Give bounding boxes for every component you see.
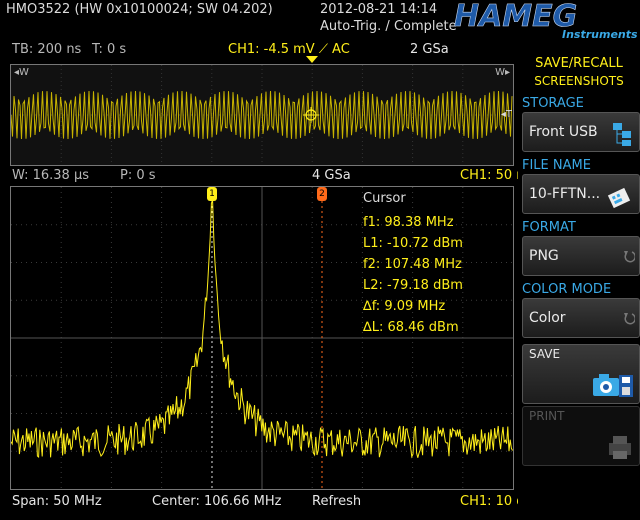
- storage-value: Front USB: [529, 124, 598, 140]
- trigger-time: T: 0 s: [92, 42, 127, 57]
- print-label: PRINT: [529, 409, 565, 423]
- save-button[interactable]: SAVE: [522, 344, 640, 404]
- format-button[interactable]: PNG: [522, 236, 640, 276]
- timebase: TB: 200 ns: [12, 42, 82, 57]
- cursor-delta-l: ∆L: 68.46 dBm: [363, 320, 459, 335]
- menu-title-2: SCREENSHOTS: [534, 74, 624, 88]
- format-value: PNG: [529, 248, 559, 264]
- device-info: HMO3522 (HW 0x10100024; SW 04.202): [6, 2, 273, 17]
- cycle-arrow-icon: [624, 313, 635, 325]
- cursor-l1: L1: -10.72 dBm: [363, 236, 463, 251]
- cursor-delta-f: ∆f: 9.09 MHz: [363, 299, 446, 314]
- printer-icon: [609, 436, 631, 459]
- trigger-status: Auto-Trig. / Complete: [320, 19, 457, 34]
- cursor-f2: f2: 107.48 MHz: [363, 257, 462, 272]
- trigger-position-icon: [306, 56, 318, 63]
- brand-text: HAMEG: [454, 0, 577, 34]
- colormode-label: COLOR MODE: [522, 282, 612, 297]
- cursor-f1: f1: 98.38 MHz: [363, 215, 454, 230]
- format-label: FORMAT: [522, 220, 576, 235]
- refresh-mode: Refresh: [312, 494, 362, 509]
- softkey-menu: SAVE/RECALL SCREENSHOTS STORAGE Front US…: [518, 48, 640, 520]
- zoom-info-bar: W: 16.38 µs P: 0 s 4 GSa CH1: 50 m: [0, 166, 518, 186]
- print-button[interactable]: PRINT: [522, 406, 640, 466]
- cycle-arrow-icon: [624, 251, 635, 263]
- colormode-button[interactable]: Color: [522, 298, 640, 338]
- overview-window: ◂W W▸ ◂T: [10, 64, 514, 166]
- colormode-value: Color: [529, 310, 566, 326]
- channel-setting[interactable]: CH1: -4.5 mV ⟋ AC: [228, 42, 350, 57]
- overview-waveform: [10, 65, 513, 165]
- zoom-position: P: 0 s: [120, 168, 156, 183]
- trigger-level-marker: ◂T: [500, 109, 512, 120]
- hameg-logo: HAMEG Instruments: [452, 0, 638, 41]
- brand-sub-text: Instruments: [562, 28, 637, 40]
- spectrum-plot: Cursor f1: 98.38 MHz L1: -10.72 dBm f2: …: [10, 186, 514, 490]
- save-label: SAVE: [529, 347, 561, 361]
- filename-value: 10-FFTN...: [529, 186, 601, 202]
- window-left-marker: ◂W: [14, 67, 29, 78]
- zoom-window: W: 16.38 µs: [12, 168, 89, 183]
- cursor-title: Cursor: [363, 191, 406, 206]
- filename-label: FILE NAME: [522, 158, 591, 173]
- zoom-sample-rate: 4 GSa: [312, 168, 351, 183]
- center-value: Center: 106.66 MHz: [152, 494, 282, 509]
- cursor-1-handle[interactable]: 1: [207, 187, 217, 201]
- keyboard-edit-icon: [607, 187, 631, 209]
- window-right-marker: W▸: [495, 67, 510, 78]
- menu-title-1: SAVE/RECALL: [535, 56, 623, 71]
- cursor-2-handle[interactable]: 2: [317, 187, 327, 201]
- zoom-channel: CH1: 50 m: [460, 168, 518, 183]
- span-value: Span: 50 MHz: [12, 494, 102, 509]
- overview-signal: [10, 90, 513, 140]
- datetime: 2012-08-21 14:14: [320, 2, 438, 17]
- top-info-bar: TB: 200 ns T: 0 s CH1: -4.5 mV ⟋ AC 2 GS…: [0, 40, 518, 63]
- camera-save-icon: [593, 374, 633, 397]
- sample-rate: 2 GSa: [410, 42, 449, 57]
- storage-label: STORAGE: [522, 96, 584, 111]
- filename-button[interactable]: 10-FFTN...: [522, 174, 640, 214]
- storage-button[interactable]: Front USB: [522, 112, 640, 152]
- cursor-l2: L2: -79.18 dBm: [363, 278, 463, 293]
- bottom-info-bar: Span: 50 MHz Center: 106.66 MHz Refresh …: [0, 492, 546, 516]
- folder-tree-icon: [613, 123, 631, 146]
- cursor-readout: Cursor f1: 98.38 MHz L1: -10.72 dBm f2: …: [363, 191, 463, 335]
